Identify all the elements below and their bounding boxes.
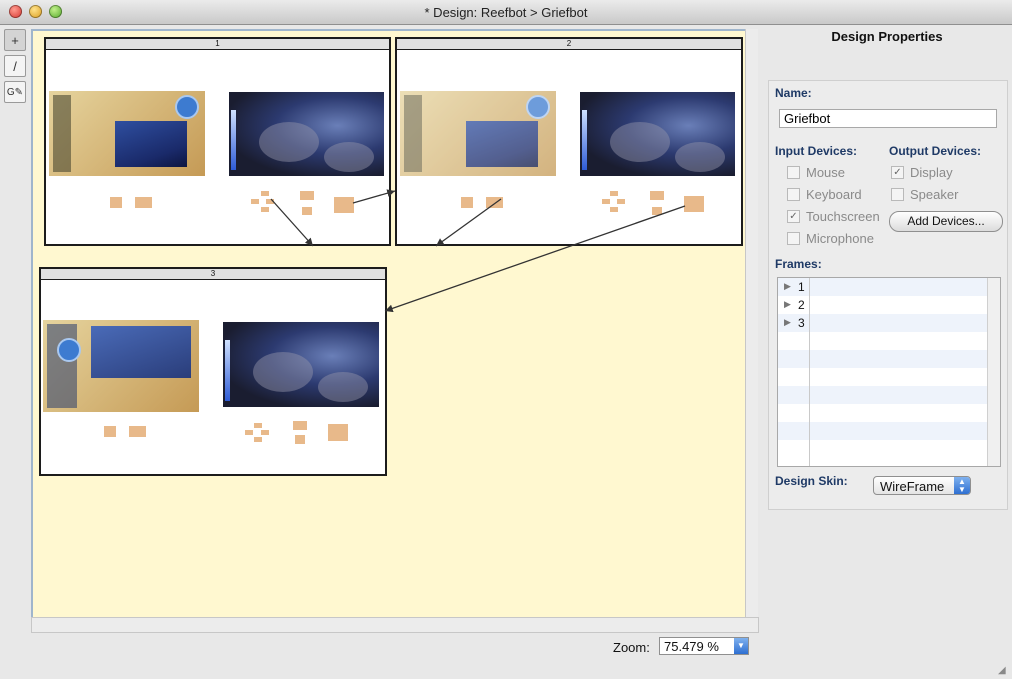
window-title: * Design: Reefbot > Griefbot bbox=[424, 5, 588, 20]
checkbox-icon bbox=[787, 232, 800, 245]
canvas-vertical-scrollbar[interactable] bbox=[745, 29, 758, 619]
disclosure-triangle-icon[interactable]: ▶ bbox=[784, 281, 791, 292]
checkmark-icon: ✓ bbox=[891, 166, 904, 179]
name-label: Name: bbox=[775, 86, 812, 100]
frames-list[interactable]: ▶ 1 ▶ 2 ▶ 3 bbox=[777, 277, 1001, 467]
frames-list-scrollbar[interactable] bbox=[987, 278, 1000, 466]
design-skin-label: Design Skin: bbox=[775, 474, 848, 488]
resize-grip-icon[interactable]: ◢ bbox=[998, 665, 1010, 677]
list-column-divider bbox=[809, 278, 810, 466]
transition-arrow bbox=[270, 198, 314, 247]
pen-tool-icon[interactable]: / bbox=[4, 55, 26, 77]
frames-list-item[interactable]: ▶ 2 bbox=[778, 296, 1000, 314]
canvas-horizontal-scrollbar[interactable] bbox=[31, 617, 759, 633]
zoom-combobox[interactable]: 75.479 % ▼ bbox=[659, 637, 749, 655]
transition-arrow bbox=[352, 189, 396, 204]
design-properties-panel: Name: Input Devices: Output Devices: Mou… bbox=[768, 80, 1008, 510]
frames-list-item[interactable]: ▶ 3 bbox=[778, 314, 1000, 332]
chevron-down-icon[interactable]: ▼ bbox=[734, 638, 748, 654]
checkmark-icon: ✓ bbox=[787, 210, 800, 223]
title-bar: * Design: Reefbot > Griefbot bbox=[0, 0, 1012, 25]
transition-arrows bbox=[270, 189, 686, 313]
disclosure-triangle-icon[interactable]: ▶ bbox=[784, 317, 791, 328]
toolbox: + / G✎ bbox=[4, 29, 26, 107]
input-devices-label: Input Devices: bbox=[775, 144, 858, 158]
touchscreen-checkbox[interactable]: ✓ Touchscreen bbox=[787, 209, 880, 224]
panel-title: Design Properties bbox=[831, 29, 943, 44]
checkbox-icon bbox=[787, 166, 800, 179]
add-devices-button[interactable]: Add Devices... bbox=[889, 211, 1003, 232]
zoom-label: Zoom: bbox=[613, 640, 650, 655]
design-canvas[interactable]: 1 2 3 bbox=[31, 29, 747, 619]
gesture-tool-icon[interactable]: G✎ bbox=[4, 81, 26, 103]
stepper-arrows-icon: ▲ ▼ bbox=[954, 477, 970, 494]
checkbox-icon bbox=[891, 188, 904, 201]
microphone-checkbox[interactable]: Microphone bbox=[787, 231, 874, 246]
output-devices-label: Output Devices: bbox=[889, 144, 982, 158]
speaker-checkbox[interactable]: Speaker bbox=[891, 187, 958, 202]
frames-list-item[interactable]: ▶ 1 bbox=[778, 278, 1000, 296]
pointer-tool-icon[interactable]: + bbox=[4, 29, 26, 51]
transition-arrow bbox=[384, 205, 686, 313]
disclosure-triangle-icon[interactable]: ▶ bbox=[784, 299, 791, 310]
keyboard-checkbox[interactable]: Keyboard bbox=[787, 187, 862, 202]
design-skin-select[interactable]: WireFrame ▲ ▼ bbox=[873, 476, 971, 495]
transition-arrow bbox=[435, 198, 502, 247]
checkbox-icon bbox=[787, 188, 800, 201]
mouse-checkbox[interactable]: Mouse bbox=[787, 165, 845, 180]
display-checkbox[interactable]: ✓ Display bbox=[891, 165, 953, 180]
frames-label: Frames: bbox=[775, 257, 822, 271]
design-name-input[interactable] bbox=[779, 109, 997, 128]
